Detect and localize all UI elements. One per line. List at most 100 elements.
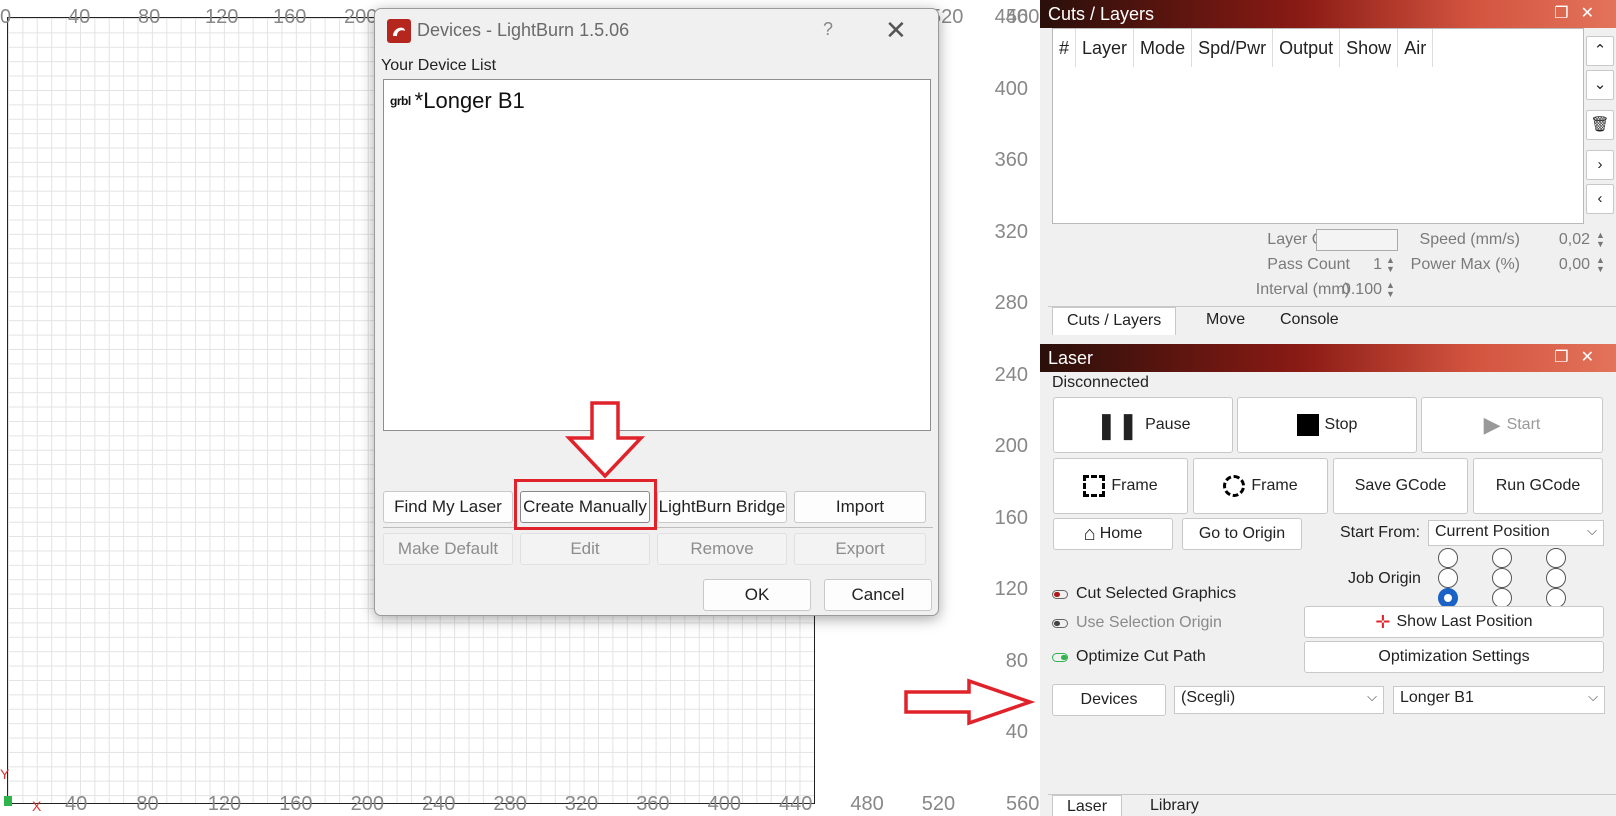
- help-icon[interactable]: ?: [823, 19, 833, 40]
- spinner-icon[interactable]: ▲ ▼: [1386, 281, 1395, 299]
- home-button[interactable]: ⌂ Home: [1053, 518, 1173, 550]
- column-header[interactable]: Layer: [1076, 29, 1135, 67]
- chevron-right-icon[interactable]: ›: [1586, 150, 1614, 180]
- ruler-x-bottom-label: 400: [707, 793, 741, 815]
- go-to-origin-button[interactable]: Go to Origin: [1182, 518, 1302, 550]
- device-name: *Longer B1: [414, 88, 525, 113]
- optimize-cut-path-toggle[interactable]: [1052, 653, 1068, 662]
- run-gcode-button[interactable]: Run GCode: [1473, 458, 1603, 514]
- power-max-value[interactable]: 0,00: [1540, 256, 1590, 274]
- start-button[interactable]: ▶ Start: [1421, 397, 1603, 453]
- devices-button[interactable]: Devices: [1052, 684, 1166, 716]
- ruler-x-bottom-label: 120: [207, 793, 242, 815]
- cut-selected-toggle[interactable]: [1052, 590, 1068, 599]
- job-origin-top-left[interactable]: [1438, 548, 1458, 568]
- tab-console[interactable]: Console: [1266, 307, 1353, 335]
- job-origin-bottom-right[interactable]: [1546, 588, 1566, 608]
- start-from-select[interactable]: Current Position ⌵: [1428, 520, 1604, 546]
- axis-x-label: X: [32, 798, 42, 814]
- pause-button[interactable]: ❚❚ Pause: [1053, 397, 1233, 453]
- tab-cuts-layers[interactable]: Cuts / Layers: [1052, 307, 1177, 335]
- cancel-button[interactable]: Cancel: [824, 579, 932, 611]
- stop-icon: [1296, 414, 1319, 436]
- tab-library[interactable]: Library: [1136, 795, 1213, 816]
- cuts-layers-table[interactable]: # Layer Mode Spd/Pwr Output Show Air: [1052, 28, 1584, 224]
- pause-icon: ❚❚: [1095, 409, 1140, 440]
- column-header[interactable]: Air: [1398, 29, 1434, 67]
- export-button[interactable]: Export: [794, 533, 926, 565]
- close-icon[interactable]: ✕: [885, 15, 907, 46]
- ruler-x-bottom-label: 280: [493, 793, 527, 815]
- chevron-down-icon: ⌵: [1588, 689, 1598, 704]
- tab-laser[interactable]: Laser: [1052, 795, 1123, 816]
- annotation-arrow-right-icon: [904, 678, 1035, 726]
- ruler-x-top-label: 80: [138, 6, 161, 28]
- ruler-y-label: 240: [994, 363, 1028, 386]
- find-my-laser-button[interactable]: Find My Laser: [383, 491, 513, 523]
- connection-status: Disconnected: [1052, 374, 1149, 391]
- save-gcode-button[interactable]: Save GCode: [1333, 458, 1468, 514]
- job-origin-center[interactable]: [1492, 568, 1512, 588]
- frame-circle-button[interactable]: Frame: [1193, 458, 1328, 514]
- tab-move[interactable]: Move: [1192, 307, 1259, 335]
- move-up-icon[interactable]: ⌃: [1586, 36, 1614, 66]
- frame-rect-button[interactable]: Frame: [1053, 458, 1188, 514]
- ruler-x-bottom-label: 40: [65, 793, 88, 815]
- create-manually-button[interactable]: Create Manually: [520, 491, 650, 523]
- job-origin-label: Job Origin: [1348, 570, 1421, 587]
- ruler-y-label: 400: [994, 77, 1028, 100]
- interval-value[interactable]: 0.100: [1340, 281, 1382, 299]
- column-header[interactable]: Show: [1340, 29, 1399, 67]
- stop-button[interactable]: Stop: [1237, 397, 1417, 453]
- crosshair-icon: ✛: [1375, 611, 1391, 632]
- remove-button[interactable]: Remove: [657, 533, 787, 565]
- job-origin-top-center[interactable]: [1492, 548, 1512, 568]
- speed-value[interactable]: 0,02: [1540, 231, 1590, 249]
- device-list[interactable]: grbl *Longer B1: [383, 79, 931, 431]
- ruler-x-bottom-label: 440: [779, 793, 813, 815]
- port-select[interactable]: (Scegli) ⌵: [1174, 686, 1384, 714]
- frame-rect-icon: [1083, 475, 1106, 497]
- job-origin-bottom-center[interactable]: [1492, 588, 1512, 608]
- dialog-titlebar[interactable]: Devices - LightBurn 1.5.06 ? ✕: [375, 9, 938, 51]
- right-dock: Cuts / Layers ❐✕ # Layer Mode Spd/Pwr Output…: [1040, 0, 1616, 816]
- optimization-settings-button[interactable]: Optimization Settings: [1304, 641, 1604, 673]
- device-list-item[interactable]: grbl *Longer B1: [390, 88, 525, 114]
- device-select[interactable]: Longer B1 ⌵: [1393, 686, 1605, 714]
- import-button[interactable]: Import: [794, 491, 926, 523]
- lightburn-bridge-button[interactable]: LightBurn Bridge: [657, 491, 787, 523]
- ruler-x-top-label: 120: [205, 6, 239, 28]
- edit-button[interactable]: Edit: [520, 533, 650, 565]
- float-icon[interactable]: ❐: [1554, 5, 1580, 22]
- cuts-layers-header: Cuts / Layers ❐✕: [1040, 0, 1616, 28]
- delete-icon[interactable]: 🗑: [1586, 110, 1614, 140]
- job-origin-middle-right[interactable]: [1546, 568, 1566, 588]
- move-down-icon[interactable]: ⌄: [1586, 70, 1614, 100]
- make-default-button[interactable]: Make Default: [383, 533, 513, 565]
- use-selection-origin-toggle[interactable]: [1052, 619, 1068, 628]
- ruler-x-bottom-label: 160: [279, 793, 313, 815]
- job-origin-middle-left[interactable]: [1438, 568, 1458, 588]
- column-header[interactable]: #: [1053, 29, 1077, 67]
- cut-selected-label: Cut Selected Graphics: [1076, 585, 1237, 602]
- home-icon: ⌂: [1083, 522, 1096, 545]
- show-last-position-button[interactable]: ✛ Show Last Position: [1304, 606, 1604, 638]
- close-panel-icon[interactable]: ✕: [1581, 349, 1606, 366]
- pass-count-value[interactable]: 1: [1340, 256, 1382, 274]
- spinner-icon[interactable]: ▲ ▼: [1596, 231, 1605, 249]
- spinner-icon[interactable]: ▲ ▼: [1596, 256, 1605, 274]
- frame-circle-label: Frame: [1251, 477, 1298, 494]
- column-header[interactable]: Spd/Pwr: [1192, 29, 1274, 67]
- float-icon[interactable]: ❐: [1554, 349, 1580, 366]
- close-panel-icon[interactable]: ✕: [1581, 5, 1606, 22]
- ruler-x-top-label: 0: [0, 6, 12, 28]
- job-origin-top-right[interactable]: [1546, 548, 1566, 568]
- chevron-left-icon[interactable]: ‹: [1586, 184, 1614, 214]
- ok-button[interactable]: OK: [703, 579, 811, 611]
- lightburn-logo-icon: [387, 19, 411, 43]
- ruler-x-bottom-label: 320: [564, 793, 599, 815]
- job-origin-bottom-left[interactable]: [1438, 588, 1458, 608]
- play-icon: ▶: [1483, 412, 1501, 437]
- column-header[interactable]: Output: [1273, 29, 1341, 67]
- column-header[interactable]: Mode: [1134, 29, 1193, 67]
